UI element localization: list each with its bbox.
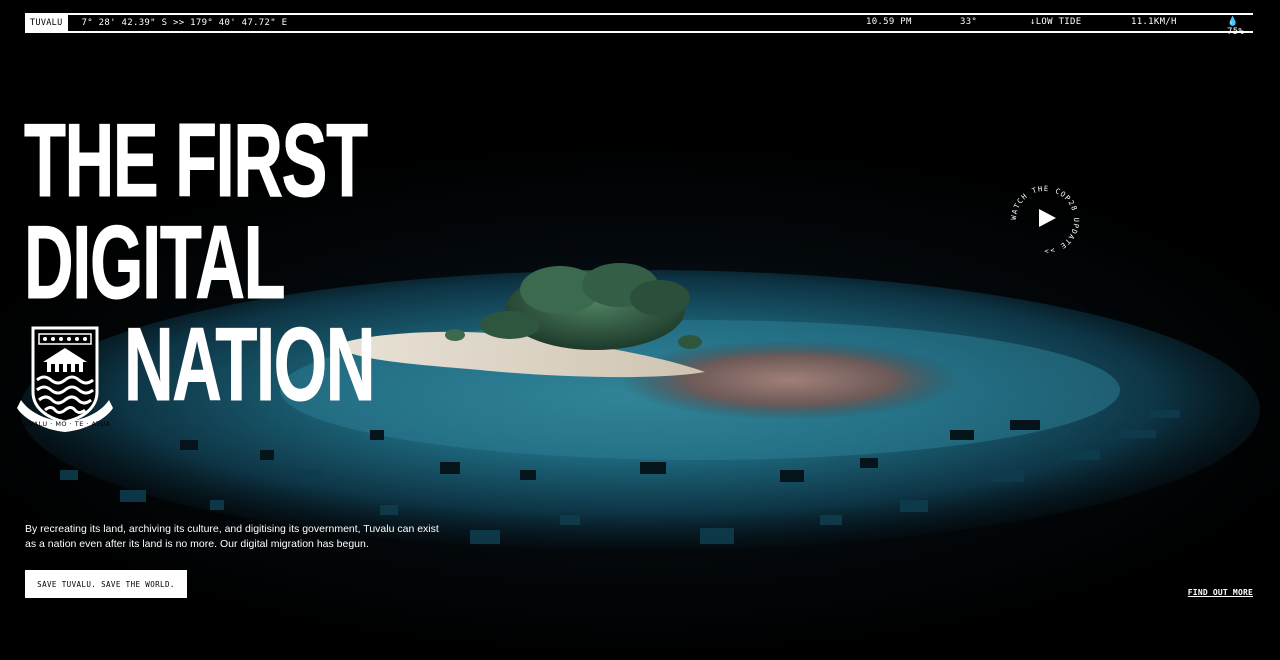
headline-line-3: NATION [124, 307, 376, 423]
coordinates-readout: 7° 28' 42.39" S >> 179° 40' 47.72" E [81, 18, 288, 28]
local-time: 10.59 PM [866, 17, 912, 27]
page-title: THE FIRST DIGITAL NATION [24, 103, 543, 418]
wind-speed: 11.1KM/H [1131, 17, 1177, 27]
temperature: 33° [960, 17, 978, 27]
hero-description: By recreating its land, archiving its cu… [25, 523, 439, 550]
play-icon [1039, 209, 1056, 227]
tuvalu-crest-icon: TUVALU · MO · TE · ATUA [17, 326, 113, 432]
find-out-more-link[interactable]: FIND OUT MORE [1188, 588, 1253, 597]
tide-status: ↓LOW TIDE [1030, 17, 1082, 27]
headline-line-1: THE FIRST [24, 103, 369, 219]
status-bar: TUVALU 7° 28' 42.39" S >> 179° 40' 47.72… [25, 13, 1253, 37]
watch-cop28-button[interactable]: WATCH THE COP28 UPDATE >> [1005, 180, 1085, 260]
hero-stage: TUVALU 7° 28' 42.39" S >> 179° 40' 47.72… [0, 0, 1280, 660]
humidity: 💧75% [1227, 17, 1245, 37]
headline-line-2: DIGITAL [24, 205, 286, 321]
crest-motto: TUVALU · MO · TE · ATUA [18, 420, 110, 428]
save-tuvalu-button[interactable]: SAVE TUVALU. SAVE THE WORLD. [25, 570, 187, 598]
location-badge: TUVALU [25, 15, 68, 31]
